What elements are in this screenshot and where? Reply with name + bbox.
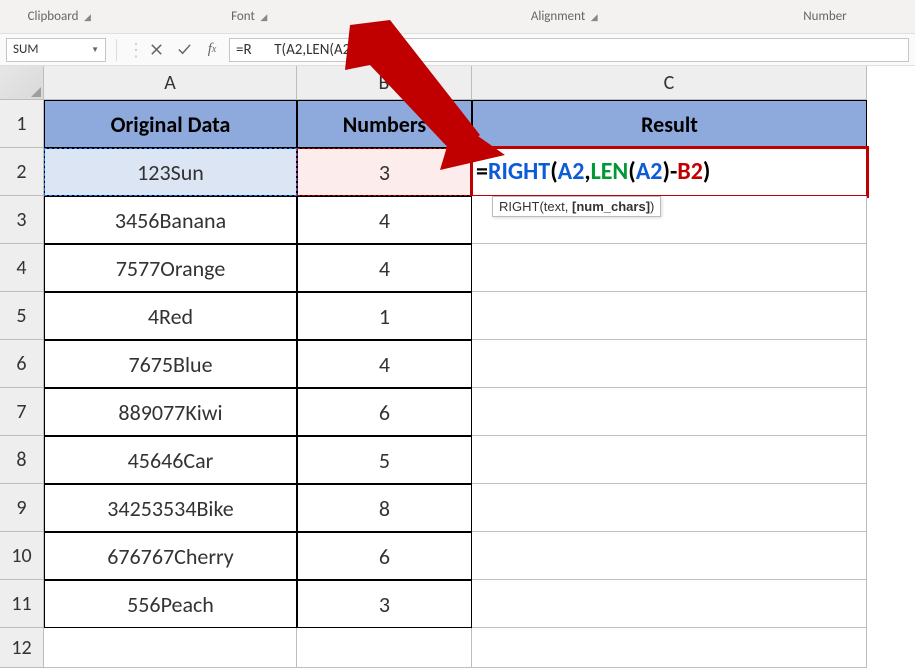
dialog-launcher-icon[interactable]: ◢ xyxy=(589,12,599,22)
ribbon-group-font: Font ◢ xyxy=(120,9,380,24)
ribbon-label: Clipboard xyxy=(28,9,79,24)
row-header-3[interactable]: 3 xyxy=(0,196,44,244)
row-header-11[interactable]: 11 xyxy=(0,580,44,628)
cell-A10[interactable]: 676767Cherry xyxy=(44,532,297,580)
row-header-12[interactable]: 12 xyxy=(0,628,44,668)
col-header-B[interactable]: B xyxy=(297,66,472,100)
cell-A9[interactable]: 34253534Bike xyxy=(44,484,297,532)
row-header-4[interactable]: 4 xyxy=(0,244,44,292)
separator xyxy=(116,39,117,61)
tooltip-sep: , xyxy=(565,199,572,214)
formula-paren: ) xyxy=(662,157,669,186)
cell-A5[interactable]: 4Red xyxy=(44,292,297,340)
ribbon-group-clipboard: Clipboard◢ xyxy=(0,9,120,24)
formula-minus: - xyxy=(670,157,677,186)
cell-A8[interactable]: 45646Car xyxy=(44,436,297,484)
function-tooltip: RIGHT(text, [num_chars]) xyxy=(492,196,661,217)
row-header-5[interactable]: 5 xyxy=(0,292,44,340)
cell-B4[interactable]: 4 xyxy=(297,244,472,292)
formula-eq: = xyxy=(476,157,488,186)
cell-B2[interactable]: 3 xyxy=(297,148,472,196)
cell-B9[interactable]: 8 xyxy=(297,484,472,532)
cells-region: Original Data Numbers Result 123Sun 3 =R… xyxy=(44,100,867,668)
cell-B10[interactable]: 6 xyxy=(297,532,472,580)
formula-ref-a2: A2 xyxy=(558,157,585,186)
row-headers: 1 2 3 4 5 6 7 8 9 10 11 12 xyxy=(0,100,44,668)
col-header-C[interactable]: C xyxy=(472,66,867,100)
cell-A2[interactable]: 123Sun xyxy=(44,148,297,196)
formula-ref-a2: A2 xyxy=(636,157,663,186)
formula-ref-b2: B2 xyxy=(677,157,703,186)
row-header-1[interactable]: 1 xyxy=(0,100,44,148)
cell-B7[interactable]: 6 xyxy=(297,388,472,436)
ribbon-label: Number xyxy=(803,9,846,24)
ribbon-group-alignment: Alignment ◢ xyxy=(380,9,750,24)
dropdown-caret-icon[interactable]: ▼ xyxy=(91,45,99,55)
tooltip-arg: text xyxy=(544,199,565,214)
cell-C7[interactable] xyxy=(472,388,867,436)
row-header-10[interactable]: 10 xyxy=(0,532,44,580)
formula-text-suffix: T(A2,LEN(A2)-B2) xyxy=(274,41,379,59)
cell-C2[interactable]: =RIGHT(A2,LEN(A2)-B2) RIGHT(text, [num_c… xyxy=(472,148,867,196)
ribbon-group-labels: Clipboard◢ Font◢ Alignment◢ Number xyxy=(0,0,915,34)
row-header-9[interactable]: 9 xyxy=(0,484,44,532)
cell-B5[interactable]: 1 xyxy=(297,292,472,340)
enter-formula-button[interactable] xyxy=(173,39,195,61)
cell-A11[interactable]: 556Peach xyxy=(44,580,297,628)
dialog-launcher-icon[interactable]: ◢ xyxy=(259,12,269,22)
cell-A3[interactable]: 3456Banana xyxy=(44,196,297,244)
cell-B12[interactable] xyxy=(297,628,472,668)
row-header-8[interactable]: 8 xyxy=(0,436,44,484)
formula-bar-row: SUM ▼ ⋮ fx =R IGH T(A2,LEN(A2)-B2) xyxy=(0,34,915,66)
cell-A1[interactable]: Original Data xyxy=(44,100,297,148)
grid-header-row: A B C xyxy=(0,66,915,100)
formula-fn-right: RIGHT xyxy=(488,157,550,186)
formula-text-prefix: =R xyxy=(236,41,252,59)
cell-C6[interactable] xyxy=(472,340,867,388)
formula-paren: ) xyxy=(703,157,710,186)
select-all-corner[interactable] xyxy=(0,66,44,100)
tooltip-paren: ) xyxy=(650,199,654,214)
formula-paren: ( xyxy=(550,157,557,186)
cell-C11[interactable] xyxy=(472,580,867,628)
cell-B6[interactable]: 4 xyxy=(297,340,472,388)
cell-B8[interactable]: 5 xyxy=(297,436,472,484)
row-header-7[interactable]: 7 xyxy=(0,388,44,436)
grid-body: 1 2 3 4 5 6 7 8 9 10 11 12 Original Data… xyxy=(0,100,915,668)
name-box-value: SUM xyxy=(13,42,38,57)
cancel-formula-button[interactable] xyxy=(145,39,167,61)
cell-A6[interactable]: 7675Blue xyxy=(44,340,297,388)
cell-C8[interactable] xyxy=(472,436,867,484)
tooltip-fn: RIGHT xyxy=(499,199,539,214)
cell-C12[interactable] xyxy=(472,628,867,668)
cell-B3[interactable]: 4 xyxy=(297,196,472,244)
insert-function-button[interactable]: fx xyxy=(201,39,223,61)
separator-dots: ⋮ xyxy=(127,39,139,61)
cell-C1[interactable]: Result xyxy=(472,100,867,148)
cell-A12[interactable] xyxy=(44,628,297,668)
cell-B1[interactable]: Numbers xyxy=(297,100,472,148)
column-headers: A B C xyxy=(44,66,867,100)
row-header-6[interactable]: 6 xyxy=(0,340,44,388)
ribbon-group-number: Number xyxy=(750,9,900,24)
tooltip-arg-bold: [num_chars] xyxy=(572,199,650,214)
row-header-2[interactable]: 2 xyxy=(0,148,44,196)
ribbon-label: Font xyxy=(231,9,255,24)
dialog-launcher-icon[interactable]: ◢ xyxy=(82,12,92,22)
cell-C5[interactable] xyxy=(472,292,867,340)
cell-C10[interactable] xyxy=(472,532,867,580)
cell-A4[interactable]: 7577Orange xyxy=(44,244,297,292)
formula-fn-len: LEN xyxy=(591,157,629,186)
name-box[interactable]: SUM ▼ xyxy=(6,38,106,62)
ribbon-label: Alignment xyxy=(531,9,585,24)
cell-B11[interactable]: 3 xyxy=(297,580,472,628)
formula-bar-input[interactable]: =R IGH T(A2,LEN(A2)-B2) xyxy=(229,38,909,62)
formula-display: =RIGHT(A2,LEN(A2)-B2) xyxy=(472,157,710,186)
formula-paren: ( xyxy=(628,157,635,186)
cell-C4[interactable] xyxy=(472,244,867,292)
cell-A7[interactable]: 889077Kiwi xyxy=(44,388,297,436)
cell-C9[interactable] xyxy=(472,484,867,532)
col-header-A[interactable]: A xyxy=(44,66,297,100)
